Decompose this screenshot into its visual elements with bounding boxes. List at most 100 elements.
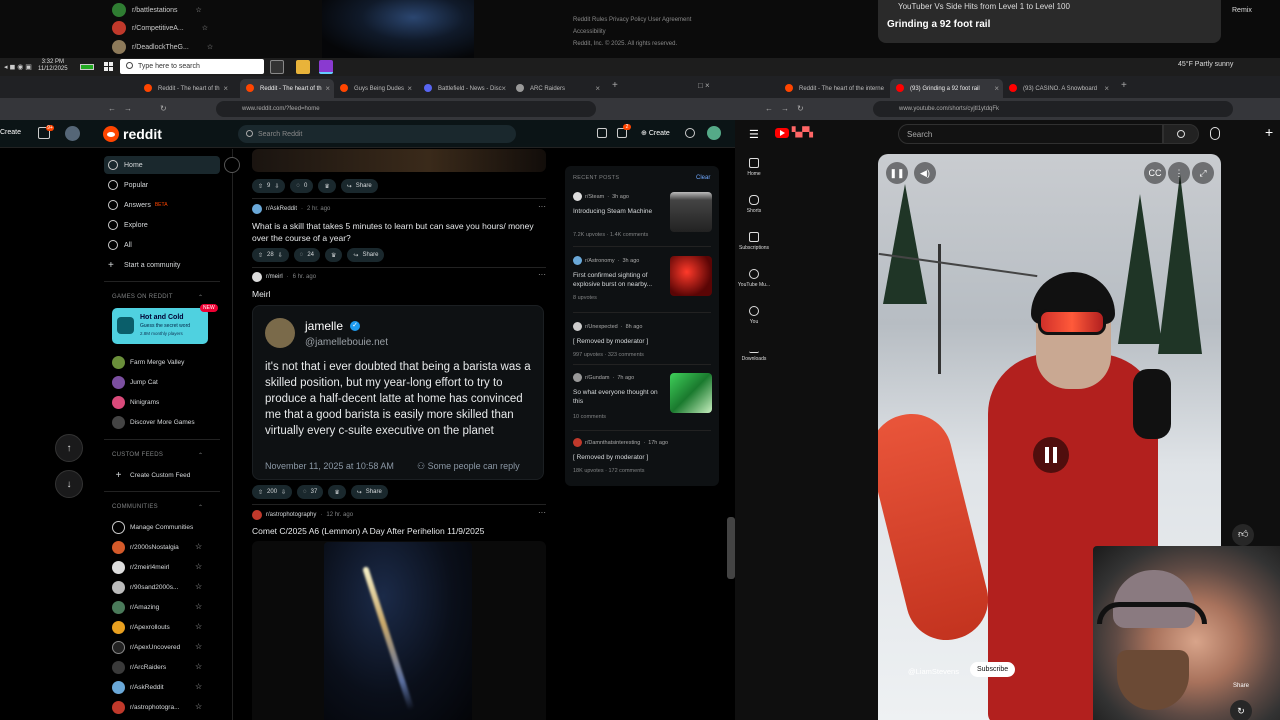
recent-post[interactable]: r/Gundam · 7h ago So what everyone thought… bbox=[573, 373, 713, 420]
community-item[interactable]: r/Amazing ☆ bbox=[112, 600, 212, 614]
comments-button[interactable]: ◌ 24 bbox=[293, 248, 321, 262]
award-button[interactable]: ♛ bbox=[318, 179, 336, 193]
remix-button[interactable]: Remix bbox=[1232, 7, 1252, 14]
nav-downloads[interactable]: Downloads bbox=[735, 343, 773, 362]
browser-tab[interactable]: Guys Being Dudes × bbox=[334, 79, 416, 98]
comments-button[interactable]: ◌ 0 bbox=[290, 179, 314, 193]
browser-tab[interactable]: Reddit - The heart of the interne bbox=[779, 79, 885, 98]
fullscreen-button[interactable]: ⤢ bbox=[1192, 162, 1214, 184]
volume-button[interactable]: ◀) bbox=[914, 162, 936, 184]
star-icon[interactable]: ☆ bbox=[195, 582, 202, 591]
more-options-icon[interactable]: ··· bbox=[538, 270, 546, 279]
forward-icon[interactable]: → bbox=[124, 104, 132, 113]
subreddit-link[interactable]: r/AskReddit bbox=[266, 206, 297, 212]
reload-icon[interactable]: ↻ bbox=[797, 104, 804, 113]
star-icon[interactable]: ☆ bbox=[207, 43, 213, 51]
nav-you[interactable]: You bbox=[735, 306, 773, 325]
nav-home[interactable]: Home bbox=[735, 158, 773, 177]
nav-subscriptions[interactable]: Subscriptions bbox=[735, 232, 773, 251]
star-icon[interactable]: ☆ bbox=[202, 24, 208, 32]
center-pause-overlay[interactable] bbox=[1033, 437, 1069, 473]
hamburger-menu-icon[interactable]: ☰ bbox=[749, 128, 759, 141]
star-icon[interactable]: ☆ bbox=[195, 622, 202, 631]
reddit-logo[interactable]: reddit bbox=[103, 126, 162, 142]
task-view-icon[interactable] bbox=[270, 60, 284, 74]
close-tab-icon[interactable]: × bbox=[407, 84, 412, 93]
address-bar[interactable]: www.reddit.com/?feed=home bbox=[216, 101, 596, 117]
custom-feeds-header[interactable]: CUSTOM FEEDS ⌃ bbox=[112, 452, 203, 459]
nav-music[interactable]: YouTube Mu... bbox=[735, 269, 773, 288]
pause-button[interactable]: ❚❚ bbox=[886, 162, 908, 184]
star-icon[interactable]: ☆ bbox=[195, 602, 202, 611]
share-button[interactable]: ↪ Share bbox=[350, 485, 388, 499]
share-button[interactable]: ↪ Share bbox=[347, 248, 385, 262]
ads-icon[interactable] bbox=[597, 128, 607, 138]
star-icon[interactable]: ☆ bbox=[195, 642, 202, 651]
community-item[interactable]: r/ApexUncovered ☆ bbox=[112, 640, 212, 654]
page-scrollbar[interactable] bbox=[727, 517, 735, 579]
close-tab-icon[interactable]: × bbox=[501, 84, 506, 93]
close-tab-icon[interactable]: × bbox=[1104, 84, 1109, 93]
address-bar[interactable]: www.youtube.com/shorts/cyjtl1ytdqFk bbox=[873, 101, 1233, 117]
create-plus-icon[interactable]: + bbox=[1265, 124, 1273, 140]
community-item[interactable]: r/astrophotogra... ☆ bbox=[112, 700, 212, 714]
youtube-logo[interactable]: ▚▞▚ bbox=[775, 127, 813, 138]
recent-post[interactable]: r/Damnthatsinteresting · 17h ago [ Removed… bbox=[573, 438, 713, 474]
recent-post[interactable]: r/Steam · 3h ago Introducing Steam Machine… bbox=[573, 192, 713, 238]
create-button-offscreen[interactable]: Create bbox=[0, 129, 21, 136]
subreddit-link[interactable]: r/astrophotography bbox=[266, 512, 316, 518]
new-tab-icon[interactable]: + bbox=[612, 80, 618, 91]
search-input[interactable]: Search Reddit bbox=[238, 125, 516, 143]
games-section-header[interactable]: GAMES ON REDDIT ⌃ bbox=[112, 294, 203, 301]
notifications-icon[interactable] bbox=[685, 128, 695, 138]
community-item[interactable]: r/90sand2000s... ☆ bbox=[112, 580, 212, 594]
recent-post[interactable]: r/Astronomy · 3h ago First confirmed sight… bbox=[573, 256, 713, 301]
close-tab-icon[interactable]: × bbox=[994, 84, 999, 93]
search-button[interactable] bbox=[1163, 124, 1199, 144]
nav-answers[interactable]: Answers BETA bbox=[104, 196, 220, 214]
tray-icons[interactable]: ◂ ◼ ◉ ▣ bbox=[4, 63, 32, 71]
scroll-down-button[interactable]: ↓ bbox=[55, 470, 83, 498]
bg-subreddit-item[interactable]: r/DeadlockTheG... ☆ bbox=[112, 40, 213, 54]
share-button[interactable]: Share bbox=[1233, 683, 1249, 689]
footer-accessibility[interactable]: Accessibility bbox=[573, 29, 606, 35]
star-icon[interactable]: ☆ bbox=[195, 682, 202, 691]
create-custom-feed[interactable]: + Create Custom Feed bbox=[112, 468, 212, 482]
windows-start-icon[interactable] bbox=[104, 62, 113, 71]
taskbar-clock[interactable]: 3:32 PM 11/12/2025 bbox=[38, 59, 68, 73]
recent-post[interactable]: r/Unexpected · 8h ago [ Removed by moderat… bbox=[573, 322, 713, 358]
embedded-post-image[interactable]: jamelle ✓ @jamellebouie.net it's not tha… bbox=[252, 305, 544, 480]
nav-shorts[interactable]: Shorts bbox=[735, 195, 773, 214]
browser-tab[interactable]: Reddit - The heart of th × bbox=[138, 79, 232, 98]
post-title[interactable]: What is a skill that takes 5 minutes to … bbox=[252, 220, 542, 244]
vote-control[interactable]: ⇧ 28 ⇩ bbox=[252, 248, 289, 262]
comments-button[interactable]: ◌ 37 bbox=[297, 485, 324, 499]
taskbar-search[interactable]: Type here to search bbox=[120, 59, 264, 74]
channel-name[interactable]: @LiamStevens bbox=[908, 667, 959, 676]
nav-all[interactable]: All bbox=[104, 236, 220, 254]
captions-button[interactable]: CC bbox=[1144, 162, 1166, 184]
post-title[interactable]: Meirl bbox=[252, 288, 542, 300]
community-item[interactable]: r/2000sNostalgia ☆ bbox=[112, 540, 212, 554]
remix-shorts-button[interactable]: ↻ bbox=[1230, 700, 1252, 720]
close-tab-icon[interactable]: × bbox=[595, 84, 600, 93]
community-item[interactable]: r/ArcRaiders ☆ bbox=[112, 660, 212, 674]
vote-control[interactable]: ⇧ 9 ⇩ bbox=[252, 179, 286, 193]
scroll-up-button[interactable]: ↑ bbox=[55, 434, 83, 462]
weather-widget[interactable]: 45°F Partly sunny bbox=[1178, 61, 1233, 68]
award-button[interactable]: ♛ bbox=[325, 248, 343, 262]
game-item[interactable]: Jump Cat bbox=[112, 375, 212, 389]
avatar[interactable] bbox=[65, 126, 80, 141]
nav-popular[interactable]: Popular bbox=[104, 176, 220, 194]
reload-icon[interactable]: ↻ bbox=[160, 104, 167, 113]
star-icon[interactable]: ☆ bbox=[196, 6, 202, 14]
like-button[interactable]: 👍︎ bbox=[1232, 524, 1254, 546]
star-icon[interactable]: ☆ bbox=[195, 542, 202, 551]
forward-icon[interactable]: → bbox=[781, 104, 789, 113]
browser-tab[interactable]: ARC Raiders × bbox=[510, 79, 604, 98]
create-button[interactable]: ⊕ Create bbox=[641, 129, 670, 137]
manage-communities[interactable]: Manage Communities bbox=[112, 520, 212, 534]
browser-tab[interactable]: (93) CASINO. A Snowboard × bbox=[1003, 79, 1113, 98]
award-button[interactable]: ♛ bbox=[328, 485, 346, 499]
back-icon[interactable]: ← bbox=[765, 104, 773, 113]
